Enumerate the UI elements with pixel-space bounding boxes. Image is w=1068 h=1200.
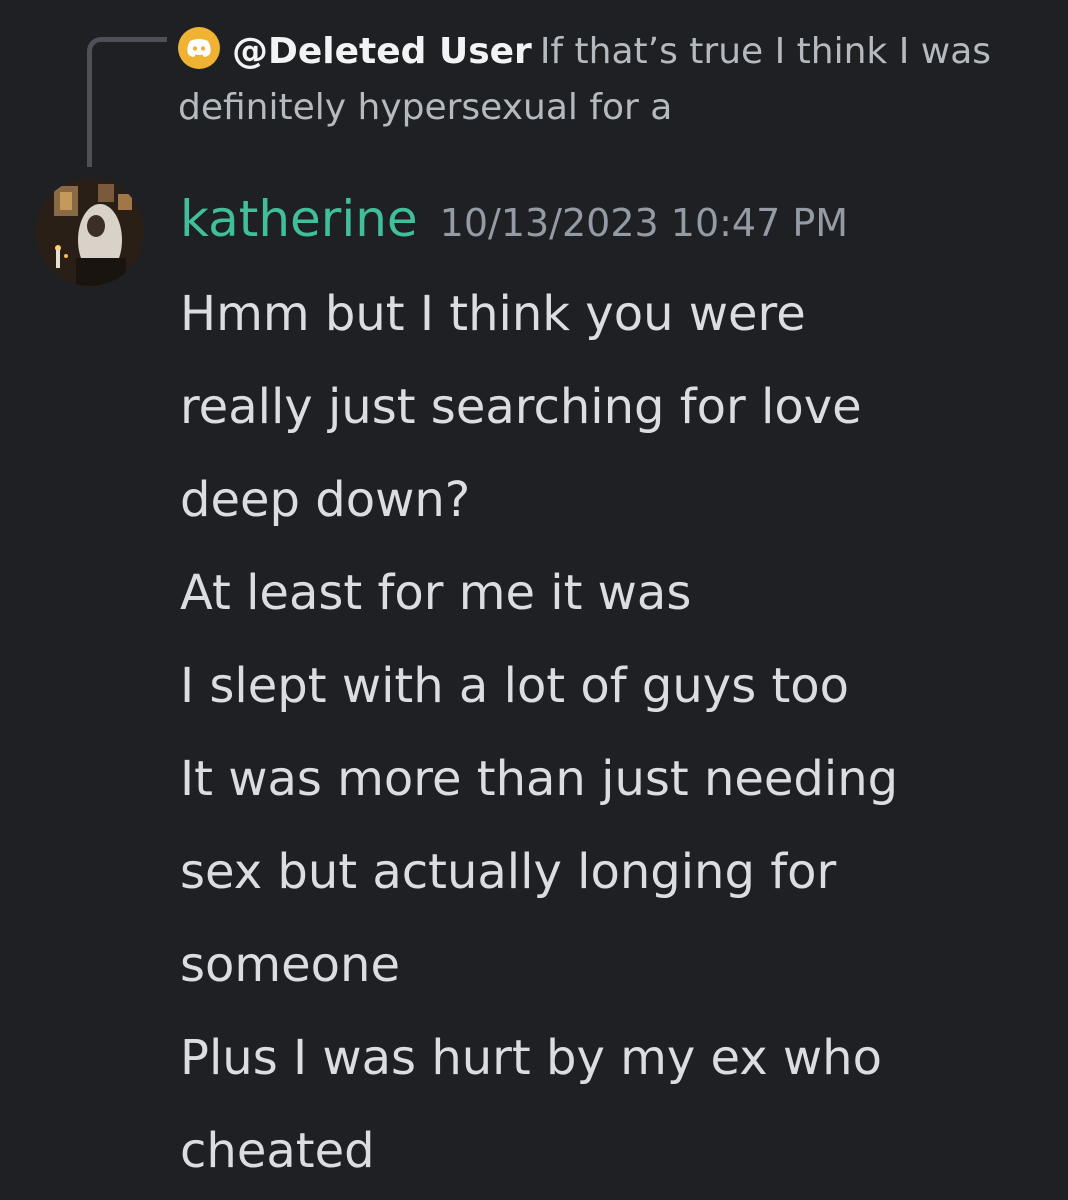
- reply-author[interactable]: @Deleted User: [232, 31, 532, 72]
- avatar-image: [36, 178, 144, 286]
- message-line: At least for me it was: [180, 565, 692, 621]
- message-line: really just searching for love: [180, 379, 862, 435]
- message-timestamp[interactable]: 10/13/2023 10:47 PM: [440, 201, 848, 245]
- message-line: Plus I was hurt by my ex who: [180, 1030, 882, 1086]
- reply-avatar[interactable]: [178, 27, 220, 69]
- message-line: I slept with a lot of guys too: [180, 658, 850, 714]
- message-header: katherine 10/13/2023 10:47 PM: [180, 190, 848, 260]
- message-line: Hmm but I think you were: [180, 286, 806, 342]
- discord-logo-icon: [187, 39, 211, 57]
- message-line: It was more than just needing: [180, 751, 899, 807]
- reply-preview[interactable]: @Deleted User If that’s true I think I wa…: [178, 24, 1038, 136]
- chat-view: @Deleted User If that’s true I think I wa…: [0, 0, 1068, 1200]
- avatar[interactable]: [36, 178, 144, 286]
- message-line: sex but actually longing for: [180, 844, 837, 900]
- message-body: Hmm but I think you were really just sea…: [180, 268, 1040, 1198]
- message-line: deep down?: [180, 472, 471, 528]
- message-line: cheated: [180, 1123, 375, 1179]
- message-line: someone: [180, 937, 400, 993]
- message-author[interactable]: katherine: [180, 190, 418, 248]
- reply-connector: [87, 37, 167, 167]
